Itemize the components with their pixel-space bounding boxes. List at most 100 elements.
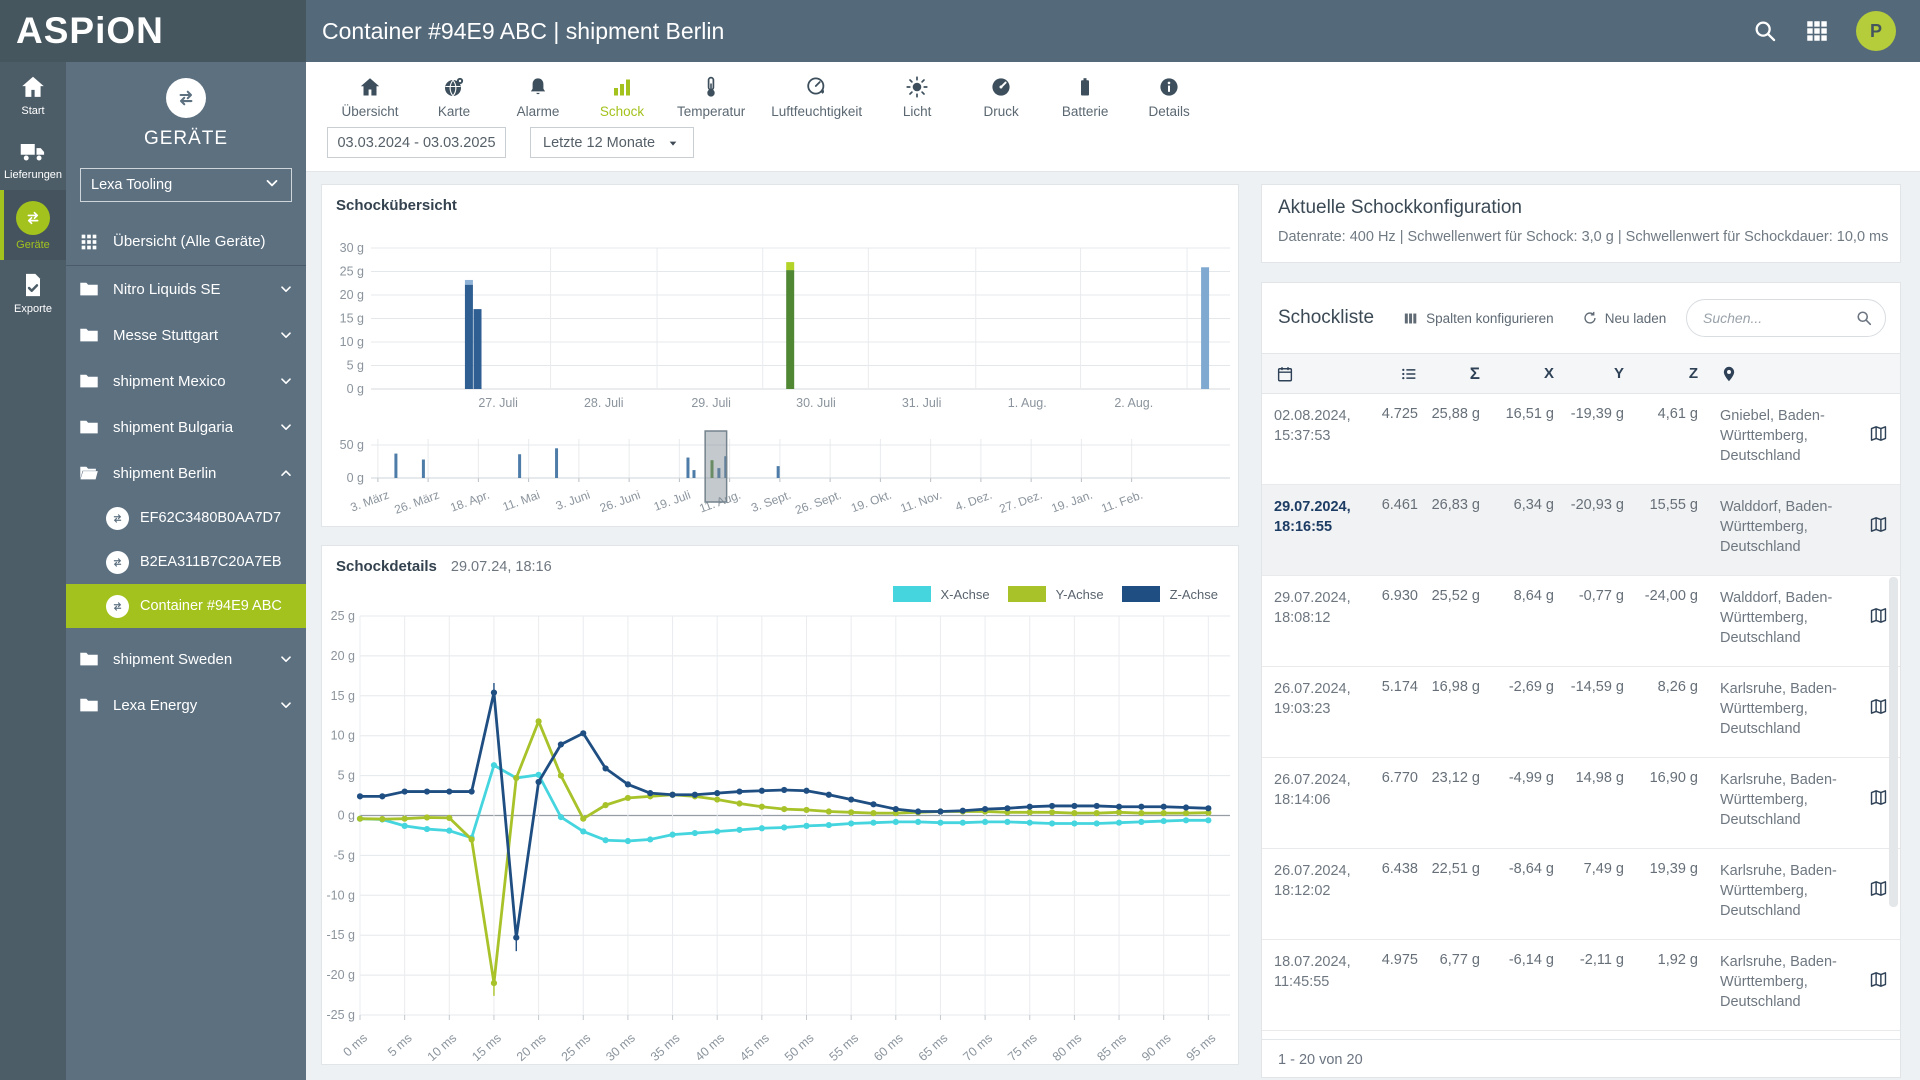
tab-luftfeuchtigkeit[interactable]: Luftfeuchtigkeit bbox=[758, 62, 875, 135]
svg-text:10 g: 10 g bbox=[331, 729, 355, 743]
tab-licht[interactable]: Licht bbox=[875, 62, 959, 135]
show-on-map-button[interactable] bbox=[1856, 406, 1900, 484]
avatar[interactable]: P bbox=[1856, 11, 1896, 51]
shock-row-1[interactable]: 29.07.2024, 18:16:55 6.461 26,83 g 6,34 g -20… bbox=[1262, 485, 1900, 576]
shock-row-6[interactable]: 18.07.2024, 11:45:55 4.975 6,77 g -6,14 g -2,… bbox=[1262, 940, 1900, 1031]
shock-row-5[interactable]: 26.07.2024, 18:12:02 6.438 22,51 g -8,64 g 7,… bbox=[1262, 849, 1900, 940]
column-header-1[interactable] bbox=[1378, 365, 1426, 383]
svg-text:20 ms: 20 ms bbox=[514, 1031, 549, 1064]
column-header-4[interactable]: Y bbox=[1562, 365, 1632, 382]
tab-karte[interactable]: Karte bbox=[412, 62, 496, 135]
column-header-2[interactable]: Σ bbox=[1426, 364, 1488, 384]
svg-text:27. Juli: 27. Juli bbox=[478, 396, 518, 410]
rail-item-label: Start bbox=[21, 105, 45, 117]
shock-location: Karlsruhe, Baden-Württemberg, Deutschlan… bbox=[1720, 681, 1837, 737]
reload-button[interactable]: Neu laden bbox=[1582, 310, 1666, 326]
svg-text:45 ms: 45 ms bbox=[737, 1031, 772, 1064]
svg-text:19. Juli: 19. Juli bbox=[652, 488, 693, 514]
shock-row-3[interactable]: 26.07.2024, 19:03:23 5.174 16,98 g -2,69 g -1… bbox=[1262, 667, 1900, 758]
tab-druck[interactable]: Druck bbox=[959, 62, 1043, 135]
tab-alarme[interactable]: Alarme bbox=[496, 62, 580, 135]
shock-time: 15:37:53 bbox=[1274, 428, 1331, 444]
shock-table-header: ΣX YZ bbox=[1262, 353, 1900, 394]
sidebar-folder-2[interactable]: shipment Mexico bbox=[66, 358, 306, 404]
folder-icon bbox=[80, 652, 98, 666]
rail-item-lieferungen[interactable]: Lieferungen bbox=[0, 126, 66, 190]
show-on-map-button[interactable] bbox=[1856, 952, 1900, 1030]
date-preset-select[interactable]: Letzte 12 Monate bbox=[530, 127, 695, 158]
rail-item-exporte[interactable]: Exporte bbox=[0, 260, 66, 324]
shock-x: -4,99 g bbox=[1508, 770, 1554, 786]
sidebar-folder-0[interactable]: Nitro Liquids SE bbox=[66, 266, 306, 312]
tab-batterie[interactable]: Batterie bbox=[1043, 62, 1127, 135]
folder-label: shipment Berlin bbox=[113, 464, 217, 482]
column-header-6[interactable] bbox=[1706, 365, 1856, 383]
device-sidebar: GERÄTE Lexa Tooling Übersicht (Alle Gerä… bbox=[66, 62, 306, 1080]
sidebar-folder-1[interactable]: Messe Stuttgart bbox=[66, 312, 306, 358]
tab-schock[interactable]: Schock bbox=[580, 62, 664, 135]
svg-text:80 ms: 80 ms bbox=[1050, 1031, 1085, 1064]
shock-duration: 6.770 bbox=[1381, 770, 1418, 786]
column-label: Σ bbox=[1469, 363, 1480, 383]
transfer-icon bbox=[27, 211, 39, 225]
shock-sum: 23,12 g bbox=[1431, 770, 1480, 786]
sidebar-device-4-2[interactable]: Container #94E9 ABC bbox=[66, 584, 306, 628]
map-fold-icon bbox=[1870, 972, 1886, 987]
folder-icon bbox=[80, 374, 98, 388]
svg-text:11. Nov.: 11. Nov. bbox=[899, 488, 944, 516]
search-icon[interactable] bbox=[1855, 309, 1873, 327]
timeline-selection-window[interactable] bbox=[704, 430, 728, 503]
tab-temperatur[interactable]: Temperatur bbox=[664, 62, 758, 135]
column-header-0[interactable] bbox=[1274, 365, 1378, 383]
truck-icon bbox=[20, 144, 45, 161]
shock-location: Karlsruhe, Baden-Württemberg, Deutschlan… bbox=[1720, 954, 1837, 1010]
shock-row-0[interactable]: 02.08.2024, 15:37:53 4.725 25,88 g 16,51 g -1… bbox=[1262, 394, 1900, 485]
search-icon[interactable] bbox=[1752, 18, 1778, 44]
shock-y: -2,11 g bbox=[1579, 952, 1624, 968]
sidebar-folder-4[interactable]: shipment Berlin bbox=[66, 450, 306, 496]
device-label: Container #94E9 ABC bbox=[140, 598, 282, 614]
svg-text:-15 g: -15 g bbox=[327, 928, 356, 942]
show-on-map-button[interactable] bbox=[1856, 497, 1900, 575]
svg-text:10 g: 10 g bbox=[340, 335, 364, 349]
device-group-select[interactable]: Lexa Tooling bbox=[80, 168, 292, 202]
svg-text:35 ms: 35 ms bbox=[648, 1031, 683, 1064]
svg-text:65 ms: 65 ms bbox=[916, 1031, 951, 1064]
rail-item-label: Geräte bbox=[16, 239, 50, 251]
chevron-down-icon bbox=[281, 424, 291, 430]
svg-text:18. Apr.: 18. Apr. bbox=[448, 488, 491, 515]
sidebar-folder-6[interactable]: Lexa Energy bbox=[66, 682, 306, 728]
date-range-input[interactable]: 03.03.2024 - 03.03.2025 bbox=[327, 127, 506, 158]
info-icon bbox=[1160, 77, 1178, 96]
tab-uebersicht[interactable]: Übersicht bbox=[328, 62, 412, 135]
refresh-icon bbox=[1584, 311, 1596, 324]
sidebar-device-4-0[interactable]: EF62C3480B0AA7D7 bbox=[66, 496, 306, 540]
apps-grid-icon[interactable] bbox=[1804, 18, 1830, 44]
column-label: Y bbox=[1613, 365, 1624, 382]
shock-location: Walddorf, Baden-Württemberg, Deutschland bbox=[1720, 590, 1833, 646]
scrollbar-thumb[interactable] bbox=[1889, 577, 1898, 907]
sidebar-device-4-1[interactable]: B2EA311B7C20A7EB bbox=[66, 540, 306, 584]
sidebar-folder-3[interactable]: shipment Bulgaria bbox=[66, 404, 306, 450]
shock-row-2[interactable]: 29.07.2024, 18:08:12 6.930 25,52 g 8,64 g -0,… bbox=[1262, 576, 1900, 667]
svg-text:27. Dez.: 27. Dez. bbox=[997, 488, 1044, 516]
shock-duration: 5.174 bbox=[1381, 679, 1418, 695]
sidebar-item-overview[interactable]: Übersicht (Alle Geräte) bbox=[66, 218, 306, 266]
shock-row-4[interactable]: 26.07.2024, 18:14:06 6.770 23,12 g -4,99 g 14… bbox=[1262, 758, 1900, 849]
chevron-down-icon bbox=[266, 180, 278, 187]
transfer-icon bbox=[113, 601, 122, 611]
sidebar-folder-5[interactable]: shipment Sweden bbox=[66, 636, 306, 682]
tab-details[interactable]: Details bbox=[1127, 62, 1211, 135]
shock-duration: 4.975 bbox=[1381, 952, 1418, 968]
column-header-3[interactable]: X bbox=[1488, 365, 1562, 382]
device-icon bbox=[106, 506, 129, 530]
search-input[interactable] bbox=[1703, 310, 1853, 326]
svg-text:15 g: 15 g bbox=[331, 689, 355, 703]
column-header-5[interactable]: Z bbox=[1632, 365, 1706, 382]
map-fold-icon bbox=[1870, 790, 1886, 805]
shock-z: 8,26 g bbox=[1657, 679, 1698, 695]
rail-item-start[interactable]: Start bbox=[0, 62, 66, 126]
configure-columns-button[interactable]: Spalten konfigurieren bbox=[1402, 310, 1554, 327]
shock-sum: 6,77 g bbox=[1439, 952, 1480, 968]
rail-item-geraete[interactable]: Geräte bbox=[0, 190, 66, 260]
